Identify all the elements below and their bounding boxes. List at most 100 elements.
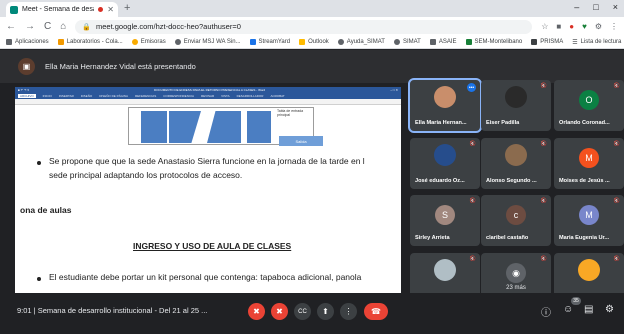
participant-avatar: c <box>506 205 526 225</box>
word-tab: ACROBAT <box>270 94 285 98</box>
bookmark-star-icon[interactable]: ☆ <box>541 22 548 31</box>
word-tab: INSERTAR <box>58 94 74 98</box>
more-options-button[interactable]: ⋮ <box>340 303 357 320</box>
present-icon: ⬆ <box>322 307 329 316</box>
mic-off-button[interactable]: ✖ <box>248 303 265 320</box>
extension-icon-2[interactable]: ● <box>569 22 574 31</box>
participant-tile[interactable]: ••• Ella Maria Hernan... <box>408 78 482 133</box>
reload-button[interactable]: C <box>44 21 51 32</box>
muted-mic-icon: 🔇 <box>469 141 476 147</box>
bullet-dot <box>37 161 41 165</box>
bookmark-item[interactable]: StreamYard <box>249 39 291 45</box>
people-count-badge: 35 <box>571 297 581 305</box>
browser-tabstrip: Meet - Semana de desarroll ✕ + – □ × <box>0 0 624 17</box>
participant-tile[interactable]: 🔇 O Orlando Coronad... <box>554 80 624 131</box>
bookmark-label: SIMAT <box>402 39 421 45</box>
floorplan-label: Tabla de entrada principal <box>277 109 304 117</box>
present-button[interactable]: ⬆ <box>317 303 334 320</box>
participant-name: Sirley Arrieta <box>415 235 450 241</box>
bookmark-label: StreamYard <box>258 39 291 45</box>
minimize-button[interactable]: – <box>574 2 579 12</box>
meeting-info-icon[interactable]: ⓘ <box>541 304 551 319</box>
bookmark-favicon-icon <box>299 39 306 45</box>
bookmark-item[interactable]: Aplicaciones <box>6 39 49 45</box>
participant-tile[interactable]: 🔇 M Moises de Jesús ... <box>554 138 624 189</box>
bookmark-favicon-icon <box>337 39 344 45</box>
bookmark-item[interactable]: SEM-Montelibano <box>465 39 522 45</box>
word-tab: REFERENCIAS <box>134 94 157 98</box>
bookmark-item[interactable]: Emisoras <box>131 39 166 45</box>
chat-icon[interactable]: ▤ <box>584 304 593 315</box>
browser-menu-icon[interactable]: ⋮ <box>610 22 618 31</box>
word-tab: DISEÑO <box>80 94 93 98</box>
section-heading: ona de aulas <box>20 205 72 215</box>
extension-icon-4[interactable]: ⚙ <box>595 22 602 31</box>
bullet-text: Se propone que que la sede Anastasio Sie… <box>49 154 401 182</box>
activities-icon[interactable]: ⚙ <box>605 304 614 315</box>
participant-avatar: ◉ <box>506 263 526 283</box>
word-tab: REVISAR <box>200 94 215 98</box>
bookmark-favicon-icon <box>531 39 538 45</box>
participant-tile[interactable]: 🔇 S Sirley Arrieta <box>410 195 480 246</box>
bookmark-label: Outlook <box>308 39 329 45</box>
bookmark-item[interactable]: SIMAT <box>393 39 421 45</box>
reading-list-button[interactable]: ☰ Lista de lectura <box>572 39 621 46</box>
more-participants-label: 23 más <box>506 285 526 291</box>
participant-tile[interactable]: 🔇 Alonso Segundo ... <box>481 138 551 189</box>
bookmark-favicon-icon <box>429 39 436 45</box>
floorplan-block <box>247 111 271 143</box>
word-tab: ARCHIVO <box>18 94 36 98</box>
bookmark-favicon-icon <box>465 39 472 45</box>
muted-mic-icon: 🔇 <box>469 198 476 204</box>
floorplan-block <box>141 111 167 143</box>
new-tab-button[interactable]: + <box>124 2 130 15</box>
muted-mic-icon: 🔇 <box>613 141 620 147</box>
bookmark-item[interactable]: Enviar MSJ WA Sin... <box>174 39 241 45</box>
bullet-dot <box>37 277 41 281</box>
participant-name: Eiser Padilla <box>486 120 520 126</box>
participant-tile[interactable]: 🔇 Eiser Padilla <box>481 80 551 131</box>
camera-off-icon: ✖ <box>276 307 283 316</box>
muted-mic-icon: 🔇 <box>613 83 620 89</box>
muted-mic-icon: 🔇 <box>540 198 547 204</box>
bookmark-favicon-icon <box>174 39 181 45</box>
people-icon[interactable]: ☺ <box>563 304 573 315</box>
reading-list-label: Lista de lectura <box>580 39 622 45</box>
participant-tile[interactable]: 🔇 José eduardo Oz... <box>410 138 480 189</box>
tab-close-icon[interactable]: ✕ <box>107 5 114 14</box>
bookmark-item[interactable]: ASAIE <box>429 39 457 45</box>
participant-avatar: O <box>579 90 599 110</box>
forward-button[interactable]: → <box>25 21 35 32</box>
tile-options-icon[interactable]: ••• <box>467 83 476 92</box>
bookmark-favicon-icon <box>57 39 64 45</box>
extension-icon-1[interactable]: ■ <box>556 22 561 31</box>
browser-tab-meet[interactable]: Meet - Semana de desarroll ✕ <box>6 2 118 17</box>
bookmark-item[interactable]: Outlook <box>299 39 329 45</box>
url-text: meet.google.com/hzt-docc-heo?authuser=0 <box>96 22 241 31</box>
meeting-time-title: 9:01 | Semana de desarrollo instituciona… <box>17 306 208 315</box>
presenter-text: Ella Maria Hernandez Vidal está presenta… <box>45 62 196 71</box>
mic-off-icon: ✖ <box>253 307 260 316</box>
participant-tile[interactable]: 🔇 c claribel castaño <box>481 195 551 246</box>
participant-tile[interactable]: 🔇 M Maria Eugenia Ur... <box>554 195 624 246</box>
bookmark-item[interactable]: Laboratorios - Cola... <box>57 39 123 45</box>
close-window-button[interactable]: × <box>613 2 618 12</box>
home-button[interactable]: ⌂ <box>60 21 66 32</box>
maximize-button[interactable]: □ <box>593 2 598 12</box>
captions-button[interactable]: CC <box>294 303 311 320</box>
back-button[interactable]: ← <box>6 21 16 32</box>
participant-photo <box>434 259 456 281</box>
reading-list-icon: ☰ <box>572 39 578 46</box>
address-bar[interactable]: 🔒 meet.google.com/hzt-docc-heo?authuser=… <box>75 19 533 34</box>
bookmark-item[interactable]: Ayuda_SIMAT <box>337 39 385 45</box>
muted-mic-icon: 🔇 <box>469 256 476 262</box>
participant-avatar: M <box>579 205 599 225</box>
extension-icon-3[interactable]: ♥ <box>582 22 587 31</box>
camera-off-button[interactable]: ✖ <box>271 303 288 320</box>
apps-icon <box>6 39 12 45</box>
end-call-button[interactable]: ☎ <box>364 303 388 320</box>
participant-photo <box>505 144 527 166</box>
bookmark-item[interactable]: PRISMA <box>531 39 563 45</box>
participant-photo <box>578 259 600 281</box>
bookmark-label: PRISMA <box>540 39 564 45</box>
